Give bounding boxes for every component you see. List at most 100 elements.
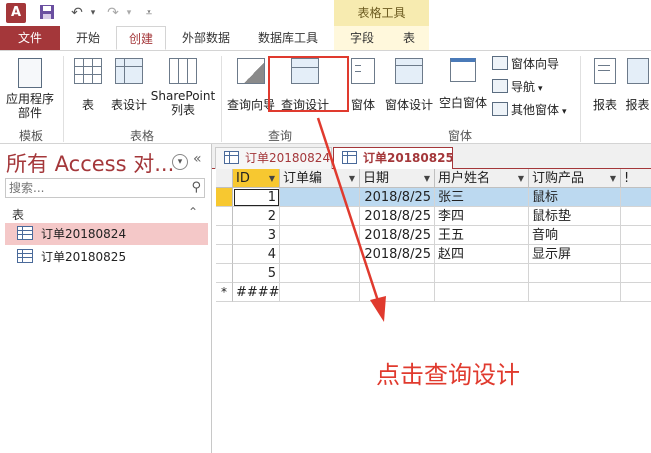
cell-more[interactable]	[621, 207, 651, 226]
sharepoint-list-button[interactable]: SharePoint 列表	[150, 58, 216, 117]
cell-date[interactable]: 2018/8/25	[360, 188, 435, 207]
column-header-date[interactable]: 日期 ▼	[360, 169, 435, 188]
cell-user-name[interactable]: 王五	[435, 226, 529, 245]
more-forms-icon	[492, 102, 508, 116]
cell-more[interactable]	[621, 245, 651, 264]
form-wizard-button[interactable]: 窗体向导	[492, 54, 559, 74]
cell-id[interactable]: 2	[233, 207, 280, 226]
context-group-label: 表格工具	[357, 6, 406, 20]
nav-item-table[interactable]: 订单20180825	[5, 246, 208, 268]
cell-more[interactable]	[621, 226, 651, 245]
report-button[interactable]: 报表	[588, 58, 622, 113]
cell-more[interactable]	[621, 283, 651, 302]
cell-user-name[interactable]: 张三	[435, 188, 529, 207]
table-button[interactable]: 表	[72, 58, 104, 113]
cell-id[interactable]: 1	[233, 188, 280, 207]
navigation-button[interactable]: 导航 ▾	[492, 77, 543, 97]
cell-id[interactable]: 4	[233, 245, 280, 264]
cell-product[interactable]: 鼠标垫	[529, 207, 621, 226]
cell-date[interactable]: 2018/8/25	[360, 207, 435, 226]
table-row[interactable]: 2 2018/8/25 李四 鼠标垫	[216, 207, 651, 226]
column-header-order-no[interactable]: 订单编 ▼	[280, 169, 360, 188]
cell-product[interactable]	[529, 264, 621, 283]
cell-more[interactable]	[621, 264, 651, 283]
customize-icon[interactable]: ⩡	[140, 4, 158, 22]
nav-pane-title[interactable]: 所有 Access 对...	[6, 148, 174, 178]
cell-date[interactable]	[360, 264, 435, 283]
cell-date[interactable]: 2018/8/25	[360, 245, 435, 264]
cell-order-no[interactable]	[280, 283, 360, 302]
cell-product[interactable]: 显示屏	[529, 245, 621, 264]
cell-date[interactable]	[360, 283, 435, 302]
tab-create[interactable]: 创建	[116, 26, 166, 50]
cell-user-name[interactable]	[435, 264, 529, 283]
cell-user-name[interactable]	[435, 283, 529, 302]
dropdown-icon[interactable]: ▼	[269, 169, 275, 187]
column-header-id[interactable]: ID ▼	[233, 169, 280, 188]
cell-id[interactable]: ####	[233, 283, 280, 302]
chevron-up-icon[interactable]: ⌃	[188, 205, 198, 219]
search-icon[interactable]: ⚲	[191, 180, 201, 195]
cell-order-no[interactable]	[280, 188, 360, 207]
tab-database-tools[interactable]: 数据库工具	[248, 26, 328, 50]
cell-user-name[interactable]: 赵四	[435, 245, 529, 264]
table-row[interactable]: 4 2018/8/25 赵四 显示屏	[216, 245, 651, 264]
cell-order-no[interactable]	[280, 245, 360, 264]
cell-order-no[interactable]	[280, 226, 360, 245]
cell-date[interactable]: 2018/8/25	[360, 226, 435, 245]
nav-menu-dropdown-icon[interactable]: ▾	[172, 154, 188, 170]
select-all-cell[interactable]	[216, 169, 233, 188]
tab-table[interactable]: 表	[392, 26, 426, 50]
form-button[interactable]: 窗体	[348, 58, 378, 113]
undo-dropdown-icon[interactable]: ▾	[84, 4, 102, 22]
row-selector[interactable]	[216, 207, 233, 226]
app-parts-button[interactable]: 应用程序 部件	[4, 58, 56, 120]
redo-dropdown-icon[interactable]: ▾	[120, 4, 138, 22]
cell-order-no[interactable]	[280, 207, 360, 226]
new-record-row[interactable]: * ####	[216, 283, 651, 302]
nav-group-tables[interactable]: 表	[12, 206, 24, 223]
form-design-button[interactable]: 窗体设计	[382, 58, 436, 113]
cell-order-no[interactable]	[280, 264, 360, 283]
row-selector[interactable]	[216, 226, 233, 245]
doc-tab-active[interactable]: 订单20180825	[333, 147, 454, 170]
column-header-label: 用户姓名	[438, 171, 491, 186]
column-header-product[interactable]: 订购产品 ▼	[529, 169, 621, 188]
table-icon	[17, 226, 33, 240]
row-selector[interactable]	[216, 188, 233, 207]
tab-home[interactable]: 开始	[64, 26, 112, 50]
table-row[interactable]: 1 2018/8/25 张三 鼠标	[216, 188, 651, 207]
cell-product[interactable]: 音响	[529, 226, 621, 245]
table-row[interactable]: 5	[216, 264, 651, 283]
cell-id[interactable]: 3	[233, 226, 280, 245]
column-header-more[interactable]: !	[621, 169, 651, 188]
dropdown-icon[interactable]: ▼	[349, 169, 355, 187]
tab-file[interactable]: 文件	[0, 26, 60, 50]
column-header-user-name[interactable]: 用户姓名 ▼	[435, 169, 529, 188]
cell-id[interactable]: 5	[233, 264, 280, 283]
dropdown-icon[interactable]: ▼	[424, 169, 430, 187]
tab-external-data[interactable]: 外部数据	[172, 26, 240, 50]
row-selector[interactable]	[216, 245, 233, 264]
nav-item-table[interactable]: 订单20180824	[5, 223, 208, 245]
doc-tab[interactable]: 订单20180824	[215, 147, 332, 169]
dropdown-icon[interactable]: ▼	[610, 169, 616, 187]
nav-collapse-icon[interactable]: «	[193, 151, 202, 167]
dropdown-icon[interactable]: ▼	[518, 169, 524, 187]
cell-more[interactable]	[621, 188, 651, 207]
table-design-button[interactable]: 表设计	[108, 58, 150, 113]
query-wizard-icon	[237, 58, 265, 84]
nav-search-input[interactable]	[9, 180, 179, 196]
cell-user-name[interactable]: 李四	[435, 207, 529, 226]
row-selector[interactable]	[216, 264, 233, 283]
report-design-button[interactable]: 报表	[624, 58, 651, 113]
blank-form-button[interactable]: 空白窗体	[436, 58, 490, 111]
new-record-marker[interactable]: *	[216, 283, 233, 302]
cell-product[interactable]	[529, 283, 621, 302]
more-forms-button[interactable]: 其他窗体 ▾	[492, 100, 567, 120]
table-label: 表	[81, 98, 94, 112]
cell-product[interactable]: 鼠标	[529, 188, 621, 207]
tab-fields[interactable]: 字段	[340, 26, 384, 50]
save-icon[interactable]	[38, 4, 56, 22]
table-row[interactable]: 3 2018/8/25 王五 音响	[216, 226, 651, 245]
